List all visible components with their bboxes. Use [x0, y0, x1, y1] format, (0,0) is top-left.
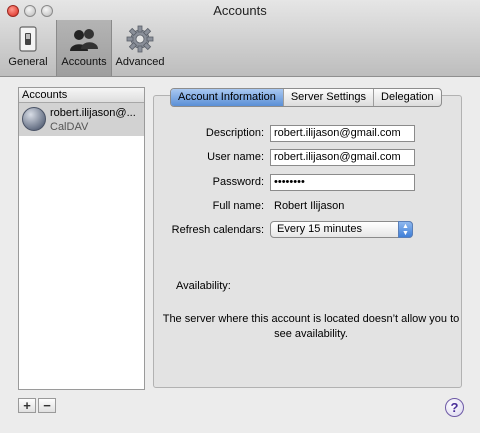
gear-icon: [126, 25, 154, 53]
popup-arrows-icon: ▲ ▼: [398, 221, 413, 238]
password-label: Password:: [212, 176, 264, 188]
refresh-calendars-select[interactable]: Every 15 minutes ▲ ▼: [270, 221, 413, 238]
toolbar-general[interactable]: General: [0, 20, 56, 76]
toolbar-accounts-label: Accounts: [61, 56, 107, 68]
fullname-label: Full name:: [212, 200, 264, 212]
username-field[interactable]: robert.ilijason@gmail.com: [270, 149, 415, 166]
preferences-window: Accounts General Accounts Advanced Accou…: [0, 0, 480, 433]
toolbar-advanced-label: Advanced: [115, 56, 165, 68]
window-title: Accounts: [213, 3, 267, 18]
toolbar-general-label: General: [8, 56, 48, 68]
tab-account-information[interactable]: Account Information: [171, 89, 284, 106]
add-account-button[interactable]: +: [18, 398, 36, 413]
switch-icon: [19, 26, 37, 52]
refresh-calendars-value: Every 15 minutes: [277, 223, 362, 235]
account-name: robert.ilijason@...: [50, 107, 136, 119]
availability-label: Availability:: [176, 280, 231, 292]
tab-server-settings[interactable]: Server Settings: [284, 89, 375, 106]
username-label: User name:: [207, 151, 264, 163]
accounts-list-header: Accounts: [19, 88, 144, 103]
fullname-value: Robert Ilijason: [274, 200, 345, 212]
globe-icon: [22, 107, 46, 131]
availability-message: The server where this account is located…: [162, 313, 460, 340]
toolbar-advanced[interactable]: Advanced: [112, 20, 168, 76]
account-type: CalDAV: [50, 121, 89, 133]
account-row[interactable]: robert.ilijason@... CalDAV: [19, 103, 144, 136]
remove-account-button[interactable]: −: [38, 398, 56, 413]
password-field[interactable]: ••••••••: [270, 174, 415, 191]
tab-bar: Account Information Server Settings Dele…: [170, 88, 442, 107]
toolbar: General Accounts Advanced: [0, 20, 168, 76]
toolbar-accounts[interactable]: Accounts: [56, 20, 112, 76]
title-bar: Accounts General Accounts Advanced: [0, 0, 480, 77]
accounts-list: Accounts robert.ilijason@... CalDAV: [18, 87, 145, 390]
people-icon: [70, 29, 98, 51]
tab-delegation[interactable]: Delegation: [374, 89, 441, 106]
help-button[interactable]: ?: [445, 398, 464, 417]
refresh-calendars-label: Refresh calendars:: [171, 224, 264, 236]
description-field[interactable]: robert.ilijason@gmail.com: [270, 125, 415, 142]
description-label: Description:: [205, 127, 264, 139]
